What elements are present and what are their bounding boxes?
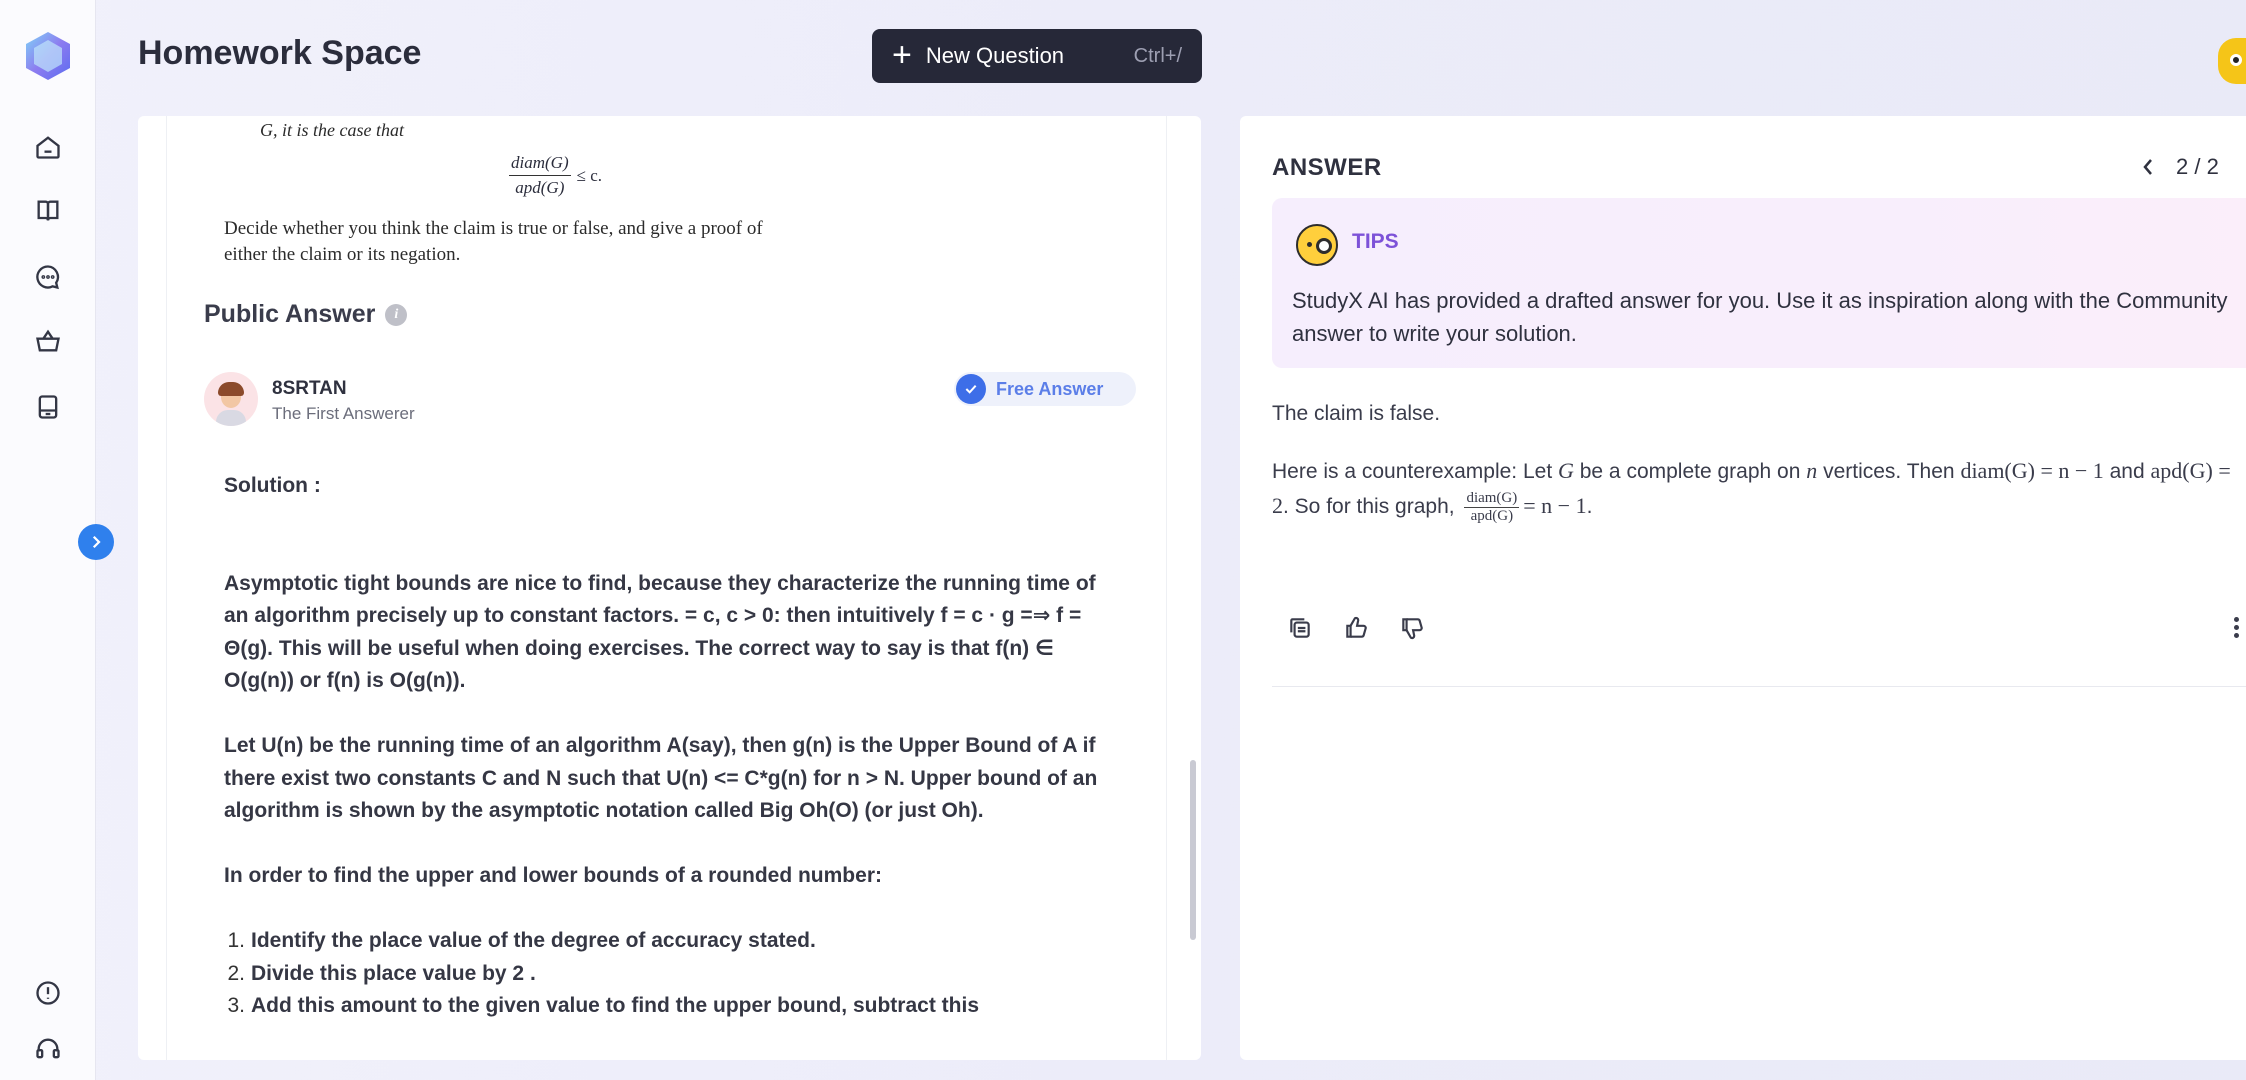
tips-box: TIPS StudyX AI has provided a drafted an… (1272, 198, 2246, 368)
question-panel: G, it is the case that diam(G) apd(G) ≤ … (138, 116, 1201, 1060)
app-logo[interactable] (24, 30, 72, 82)
answer-paragraph: Let U(n) be the running time of an algor… (224, 734, 1098, 822)
question-line: G, it is the case that (260, 120, 404, 140)
question-formula: diam(G) apd(G) ≤ c. (509, 153, 602, 198)
document-icon[interactable] (31, 390, 65, 424)
question-line: either the claim or its negation. (224, 244, 461, 265)
list-item: 3. Add this amount to the given value to … (227, 994, 979, 1017)
home-icon[interactable] (31, 130, 65, 164)
list-item: 1. Identify the place value of the degree… (227, 929, 816, 952)
pager-count: 2 / 2 (2176, 154, 2219, 179)
headset-icon[interactable] (31, 1032, 65, 1066)
formula-denominator: apd(G) (515, 178, 565, 197)
thumbs-up-icon[interactable] (1340, 612, 1372, 644)
answer-panel: ANSWER 2 / 2 TIPS StudyX AI has provided… (1240, 116, 2246, 1060)
divider (1272, 686, 2246, 687)
question-line: Decide whether you think the claim is tr… (224, 218, 763, 239)
new-question-label: New Question (925, 43, 1065, 68)
book-open-icon[interactable] (31, 194, 65, 228)
expand-sidebar-button[interactable] (78, 524, 114, 560)
free-answer-label: Free Answer (996, 378, 1104, 399)
scrollbar-thumb[interactable] (1190, 760, 1196, 940)
answer-paragraph: In order to find the upper and lower bou… (224, 864, 882, 887)
user-avatar-icon[interactable] (2218, 38, 2246, 84)
basket-icon[interactable] (31, 324, 65, 358)
panel-border (1166, 116, 1167, 1060)
shortcut-hint: Ctrl+/ (1133, 44, 1182, 67)
tips-label: TIPS (1352, 230, 1399, 253)
public-answer-heading: Public Answer i (204, 300, 408, 329)
answer-counterexample: Here is a counterexample: Let G be a com… (1272, 458, 2231, 524)
answer-body: Solution : Asymptotic tight bounds are n… (224, 470, 1104, 1023)
info-icon[interactable]: i (385, 303, 408, 326)
steps-list: 1. Identify the place value of the degree… (224, 925, 1104, 1023)
copy-icon[interactable] (1284, 612, 1316, 644)
chat-bubble-icon[interactable] (31, 260, 65, 294)
formula-numerator: diam(G) (509, 153, 571, 176)
formula-relation: ≤ c. (576, 165, 602, 185)
answer-actions (1284, 612, 1428, 644)
tips-text: StudyX AI has provided a drafted answer … (1292, 288, 2228, 346)
answerer-avatar[interactable] (204, 372, 258, 426)
answer-paragraph: Asymptotic tight bounds are nice to find… (224, 571, 1096, 693)
answerer-name[interactable]: 8SRTAN (272, 378, 347, 400)
answer-title: ANSWER (1272, 154, 1382, 181)
thumbs-down-icon[interactable] (1396, 612, 1428, 644)
list-item: 2. Divide this place value by 2 . (227, 961, 536, 985)
magnifier-face-icon (1296, 224, 1338, 266)
answerer-role: The First Answerer (272, 404, 415, 423)
free-answer-badge: Free Answer (954, 372, 1136, 406)
alert-circle-icon[interactable] (31, 976, 65, 1010)
solution-heading: Solution : (224, 474, 321, 497)
answer-claim: The claim is false. (1272, 402, 1441, 425)
chevron-right-icon (92, 535, 101, 549)
chevron-left-icon[interactable] (2140, 157, 2156, 177)
answer-pager: 2 / 2 (2140, 154, 2219, 180)
panel-border (166, 116, 167, 1060)
public-answer-title: Public Answer (204, 300, 376, 328)
more-vertical-icon[interactable] (2234, 614, 2246, 644)
new-question-button[interactable]: + New Question Ctrl+/ (872, 29, 1202, 83)
plus-icon: + (892, 35, 912, 74)
check-circle-icon (956, 374, 986, 404)
page-title: Homework Space (138, 34, 422, 72)
